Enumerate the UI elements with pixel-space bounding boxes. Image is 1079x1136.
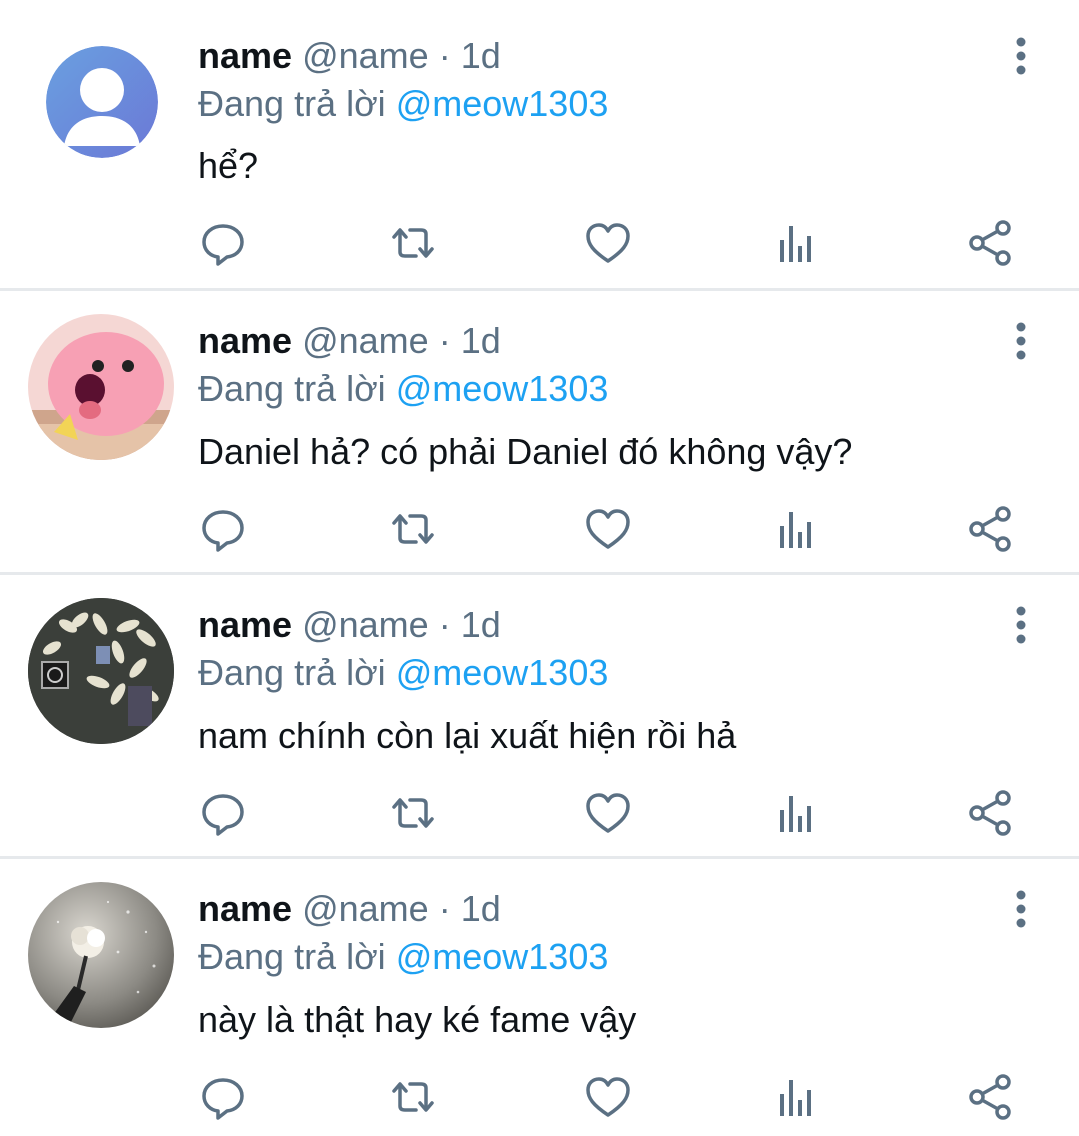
tweet-actions [198,788,1018,838]
reply-icon[interactable] [198,218,248,268]
more-vertical-icon[interactable] [1003,605,1039,645]
more-vertical-icon[interactable] [1003,36,1039,76]
share-icon[interactable] [966,788,1016,838]
tweet-header: name @name · 1d [198,36,501,76]
tweet-header: name @name · 1d [198,605,501,645]
display-name[interactable]: name [198,320,292,361]
display-name[interactable]: name [198,888,292,929]
timestamp[interactable]: 1d [461,604,501,645]
handle[interactable]: @name [302,888,429,929]
heart-icon[interactable] [583,218,633,268]
retweet-icon[interactable] [388,1072,438,1122]
tweet-actions [198,504,1018,554]
tweet-header: name @name · 1d [198,889,501,929]
reply-mention-link[interactable]: @meow1303 [396,368,609,409]
heart-icon[interactable] [583,1072,633,1122]
reply-prefix: Đang trả lời [198,368,386,409]
separator: · [438,888,451,929]
separator: · [438,35,451,76]
tweet[interactable]: name @name · 1d Đang trả lời @meow1303 h… [0,0,1079,284]
tweet[interactable]: name @name · 1d Đang trả lời @meow1303 n… [0,568,1079,852]
tweet-actions [198,1072,1018,1122]
tweet-header: name @name · 1d [198,321,501,361]
tweet-text: Daniel hả? có phải Daniel đó không vậy? [198,431,853,472]
handle[interactable]: @name [302,35,429,76]
separator: · [438,604,451,645]
analytics-icon[interactable] [771,504,821,554]
analytics-icon[interactable] [771,218,821,268]
reply-mention-link[interactable]: @meow1303 [396,936,609,977]
reply-mention-link[interactable]: @meow1303 [396,652,609,693]
reply-context: Đang trả lời @meow1303 [198,937,608,977]
reply-prefix: Đang trả lời [198,83,386,124]
tweet-text: nam chính còn lại xuất hiện rồi hả [198,715,737,756]
analytics-icon[interactable] [771,788,821,838]
retweet-icon[interactable] [388,788,438,838]
retweet-icon[interactable] [388,504,438,554]
reply-context: Đang trả lời @meow1303 [198,653,608,693]
timestamp[interactable]: 1d [461,35,501,76]
reply-context: Đang trả lời @meow1303 [198,369,608,409]
timestamp[interactable]: 1d [461,888,501,929]
reply-icon[interactable] [198,504,248,554]
avatar-default-icon[interactable] [46,46,158,158]
separator: · [438,320,451,361]
more-vertical-icon[interactable] [1003,321,1039,361]
reply-icon[interactable] [198,1072,248,1122]
display-name[interactable]: name [198,604,292,645]
heart-icon[interactable] [583,504,633,554]
retweet-icon[interactable] [388,218,438,268]
avatar[interactable] [28,882,174,1028]
reply-icon[interactable] [198,788,248,838]
analytics-icon[interactable] [771,1072,821,1122]
handle[interactable]: @name [302,320,429,361]
more-vertical-icon[interactable] [1003,889,1039,929]
tweet-text: hể? [198,145,259,186]
display-name[interactable]: name [198,35,292,76]
tweet[interactable]: name @name · 1d Đang trả lời @meow1303 D… [0,284,1079,568]
share-icon[interactable] [966,218,1016,268]
tweet-text: này là thật hay ké fame vậy [198,999,637,1040]
reply-prefix: Đang trả lời [198,936,386,977]
avatar[interactable] [28,314,174,460]
share-icon[interactable] [966,1072,1016,1122]
handle[interactable]: @name [302,604,429,645]
reply-prefix: Đang trả lời [198,652,386,693]
tweet[interactable]: name @name · 1d Đang trả lời @meow1303 n… [0,852,1079,1136]
tweet-actions [198,218,1018,268]
avatar[interactable] [28,598,174,744]
timestamp[interactable]: 1d [461,320,501,361]
share-icon[interactable] [966,504,1016,554]
reply-context: Đang trả lời @meow1303 [198,84,608,124]
reply-feed: name @name · 1d Đang trả lời @meow1303 h… [0,0,1079,1133]
reply-mention-link[interactable]: @meow1303 [396,83,609,124]
heart-icon[interactable] [583,788,633,838]
